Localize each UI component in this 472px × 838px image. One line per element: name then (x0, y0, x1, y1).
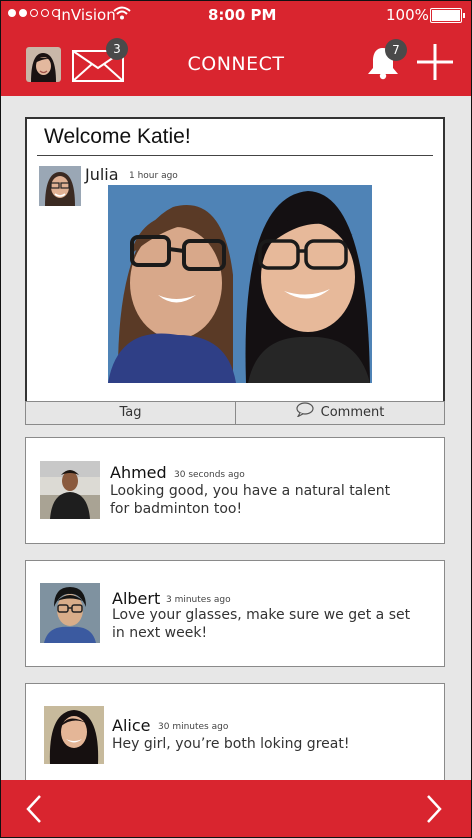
notifications-count-badge: 7 (385, 39, 407, 61)
post-photo[interactable] (108, 185, 372, 383)
post-actions-bar: Tag Comment (25, 401, 445, 425)
comment-card: Ahmed 30 seconds ago Looking good, you h… (25, 437, 445, 544)
wifi-icon (113, 6, 131, 24)
comment-button[interactable]: Comment (236, 401, 444, 425)
next-arrow-icon[interactable] (424, 794, 444, 828)
comment-text: Hey girl, you’re both loking great! (112, 736, 350, 752)
divider (37, 155, 433, 156)
comment-card: Alice 30 minutes ago Hey girl, you’re bo… (25, 683, 445, 785)
speech-bubble-icon (296, 401, 314, 425)
battery-icon (430, 8, 465, 23)
comment-card: Albert 3 minutes ago Love your glasses, … (25, 560, 445, 667)
commenter-avatar[interactable] (40, 583, 100, 643)
post-author-name[interactable]: Julia (85, 165, 119, 184)
post-timestamp: 1 hour ago (129, 171, 178, 181)
welcome-heading: Welcome Katie! (44, 125, 191, 148)
app-header: InVision 8:00 PM 100% 3 CONNECT 7 (0, 0, 472, 96)
previous-arrow-icon[interactable] (24, 794, 44, 828)
comment-text: Love your glasses, make sure we get a se… (112, 607, 411, 641)
clock: 8:00 PM (208, 6, 277, 24)
carrier-name: InVision (57, 6, 116, 24)
bottom-nav-bar (0, 780, 472, 838)
comment-timestamp: 3 minutes ago (166, 595, 231, 605)
commenter-name[interactable]: Alice (112, 716, 150, 735)
comment-button-label: Comment (320, 405, 385, 420)
add-icon[interactable] (417, 44, 453, 84)
tag-button[interactable]: Tag (26, 402, 236, 424)
signal-strength-icon (8, 9, 60, 17)
comment-timestamp: 30 minutes ago (158, 722, 229, 732)
commenter-name[interactable]: Ahmed (110, 463, 167, 482)
post-author-avatar[interactable] (39, 166, 81, 206)
comment-timestamp: 30 seconds ago (174, 470, 245, 480)
post-card: Welcome Katie! Julia 1 hour ago (25, 117, 445, 405)
battery-percent: 100% (386, 6, 429, 24)
commenter-avatar[interactable] (44, 706, 104, 764)
commenter-avatar[interactable] (40, 461, 100, 519)
status-bar: InVision 8:00 PM 100% (0, 0, 472, 30)
comment-text: Looking good, you have a natural talent … (110, 483, 391, 517)
